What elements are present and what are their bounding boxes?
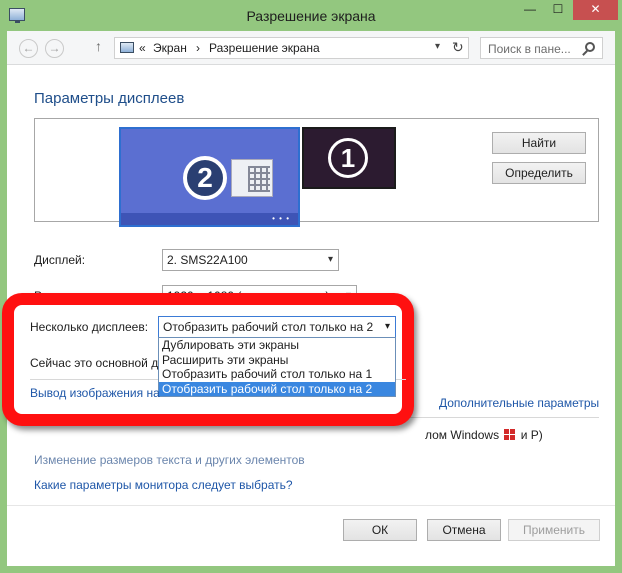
search-input[interactable]: Поиск в пане... <box>480 37 603 59</box>
search-icon[interactable] <box>585 42 595 52</box>
main-display-text: Сейчас это основной д <box>30 356 159 370</box>
refresh-icon[interactable]: ↻ <box>452 39 464 56</box>
up-arrow-icon[interactable]: ↑ <box>95 38 102 54</box>
monitor-1[interactable]: 1 <box>302 127 396 189</box>
breadcrumb-separator[interactable]: › <box>196 41 200 55</box>
window-frame: Разрешение экрана — ☐ ✕ ← → ↑ « Экран › … <box>0 0 622 573</box>
multiple-displays-label: Несколько дисплеев: <box>30 320 149 334</box>
projector-shortcut-text: лом Windows и P) <box>425 428 543 442</box>
find-button[interactable]: Найти <box>492 132 586 154</box>
minimize-button[interactable]: — <box>517 0 543 20</box>
highlight-callout: Несколько дисплеев: Отобразить рабочий с… <box>2 293 414 426</box>
projector-shortcut-tail: лом Windows <box>425 428 500 442</box>
navigation-bar: ← → ↑ « Экран › Разрешение экрана ▾ ↻ По… <box>7 31 615 65</box>
display-select[interactable]: 2. SMS22A100 ▾ <box>162 249 339 271</box>
page-title: Параметры дисплеев <box>34 90 185 107</box>
text-size-link[interactable]: Изменение размеров текста и других элеме… <box>34 453 305 467</box>
close-button[interactable]: ✕ <box>573 0 618 20</box>
address-overflow[interactable]: « <box>139 41 146 55</box>
apply-button[interactable]: Применить <box>508 519 600 541</box>
display-select-value: 2. SMS22A100 <box>167 253 248 267</box>
breadcrumb-screen-resolution[interactable]: Разрешение экрана <box>209 41 320 55</box>
dropdown-option-only-2[interactable]: Отобразить рабочий стол только на 2 <box>159 381 395 396</box>
windows-logo-icon <box>504 429 516 440</box>
chevron-down-icon: ▾ <box>327 254 333 265</box>
dropdown-option-only-1[interactable]: Отобразить рабочий стол только на 1 <box>159 367 395 382</box>
chevron-down-icon: ▾ <box>384 321 390 332</box>
chevron-down-icon[interactable]: ▾ <box>435 41 440 52</box>
taskbar-graphic: • • • <box>121 213 298 225</box>
forward-arrow-icon[interactable]: → <box>45 39 64 58</box>
divider <box>396 379 406 380</box>
search-placeholder: Поиск в пане... <box>488 42 571 56</box>
ok-button[interactable]: ОК <box>343 519 417 541</box>
cancel-button[interactable]: Отмена <box>427 519 501 541</box>
address-bar[interactable]: « Экран › Разрешение экрана ▾ ↻ <box>114 37 469 59</box>
monitor-number-1: 1 <box>328 138 368 178</box>
projector-link[interactable]: Вывод изображения на <box>30 386 160 400</box>
title-bar[interactable]: Разрешение экрана — ☐ ✕ <box>0 0 622 31</box>
control-panel-icon <box>120 42 134 53</box>
which-settings-link[interactable]: Какие параметры монитора следует выбрать… <box>34 478 293 492</box>
monitor-number-2: 2 <box>183 156 227 200</box>
monitor-2[interactable]: 2 • • • <box>119 127 300 227</box>
dropdown-option-duplicate[interactable]: Дублировать эти экраны <box>159 338 395 353</box>
identify-button[interactable]: Определить <box>492 162 586 184</box>
advanced-settings-link[interactable]: Дополнительные параметры <box>439 396 599 410</box>
projector-shortcut-key: и P) <box>520 428 543 442</box>
maximize-button[interactable]: ☐ <box>545 0 571 20</box>
breadcrumb-display[interactable]: Экран <box>153 41 187 55</box>
display-label: Дисплей: <box>34 253 86 267</box>
multiple-displays-value: Отобразить рабочий стол только на 2 <box>163 320 374 334</box>
multiple-displays-dropdown: Дублировать эти экраны Расширить эти экр… <box>158 337 396 397</box>
multiple-displays-select[interactable]: Отобразить рабочий стол только на 2 ▾ <box>158 316 396 338</box>
back-arrow-icon[interactable]: ← <box>19 39 38 58</box>
divider <box>30 379 158 380</box>
dropdown-option-extend[interactable]: Расширить эти экраны <box>159 353 395 368</box>
desktop-window-icon <box>231 159 273 197</box>
